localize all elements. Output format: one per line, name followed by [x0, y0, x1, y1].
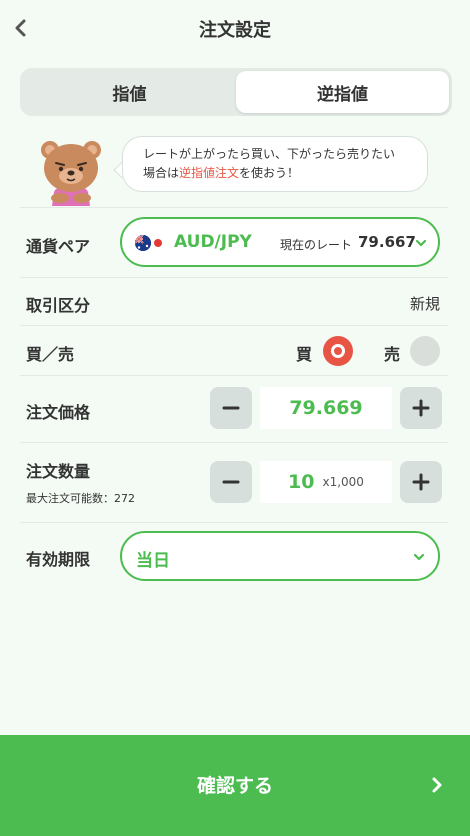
currency-pair-select[interactable]: AUD/JPY 現在のレート 79.667	[120, 217, 440, 267]
quantity-increment-button[interactable]	[400, 461, 442, 503]
tab-limit[interactable]: 指値	[23, 71, 236, 113]
japan-flag-icon	[154, 239, 162, 247]
tab-stop[interactable]: 逆指値	[236, 71, 449, 113]
order-quantity-stepper: 10 x1,000	[210, 461, 442, 507]
trade-type-value: 新規	[409, 295, 440, 313]
side-label: 買／売	[26, 345, 75, 364]
message-line-1: レートが上がったら買い、下がったら売りたい	[143, 147, 396, 161]
order-quantity-label: 注文数量	[26, 462, 91, 481]
plus-icon	[412, 473, 430, 491]
message-line-2: 場合は逆指値注文を使おう！	[143, 166, 300, 180]
order-type-tabs: 指値 逆指値	[20, 68, 452, 116]
sell-radio[interactable]	[410, 336, 440, 366]
speech-bubble: レートが上がったら買い、下がったら売りたい 場合は逆指値注文を使おう！	[122, 136, 428, 192]
currency-pair-value: AUD/JPY	[174, 232, 252, 252]
minus-icon	[222, 406, 240, 410]
order-quantity-input[interactable]: 10 x1,000	[260, 461, 392, 503]
quantity-unit: x1,000	[322, 475, 364, 489]
price-increment-button[interactable]	[400, 387, 442, 429]
header: 注文設定	[0, 0, 470, 56]
plus-icon	[412, 399, 430, 417]
max-quantity-label: 最大注文可能数：272	[26, 492, 135, 505]
order-price-stepper: 79.669	[210, 387, 442, 433]
trade-type-row: 取引区分 新規	[20, 277, 448, 325]
expiry-value: 当日	[136, 551, 170, 571]
order-price-label: 注文価格	[26, 403, 91, 422]
currency-pair-label: 通貨ペア	[26, 237, 91, 256]
expiry-label: 有効期限	[26, 550, 91, 569]
order-price-value: 79.669	[289, 397, 363, 419]
buy-radio[interactable]	[323, 336, 353, 366]
current-rate-value: 79.667	[358, 233, 416, 251]
australia-flag-icon	[135, 235, 151, 251]
price-decrement-button[interactable]	[210, 387, 252, 429]
minus-icon	[222, 480, 240, 484]
confirm-label: 確認する	[196, 775, 273, 797]
order-quantity-value: 10	[288, 471, 315, 493]
page-title: 注文設定	[199, 20, 271, 41]
buy-label: 買	[296, 345, 313, 364]
trade-type-label: 取引区分	[26, 296, 91, 315]
expiry-select[interactable]: 当日	[120, 531, 440, 581]
highlight-stop-order: 逆指値注文	[179, 166, 240, 180]
chevron-right-icon	[432, 777, 442, 793]
quantity-decrement-button[interactable]	[210, 461, 252, 503]
bear-mascot-icon	[41, 141, 101, 206]
chevron-down-icon	[413, 553, 425, 561]
confirm-button[interactable]: 確認する	[0, 735, 470, 836]
sell-label: 売	[384, 345, 401, 364]
order-price-input[interactable]: 79.669	[260, 387, 392, 429]
chevron-down-icon	[415, 239, 427, 247]
current-rate-label: 現在のレート	[280, 238, 353, 252]
side-row: 買／売 買 売	[20, 325, 448, 375]
